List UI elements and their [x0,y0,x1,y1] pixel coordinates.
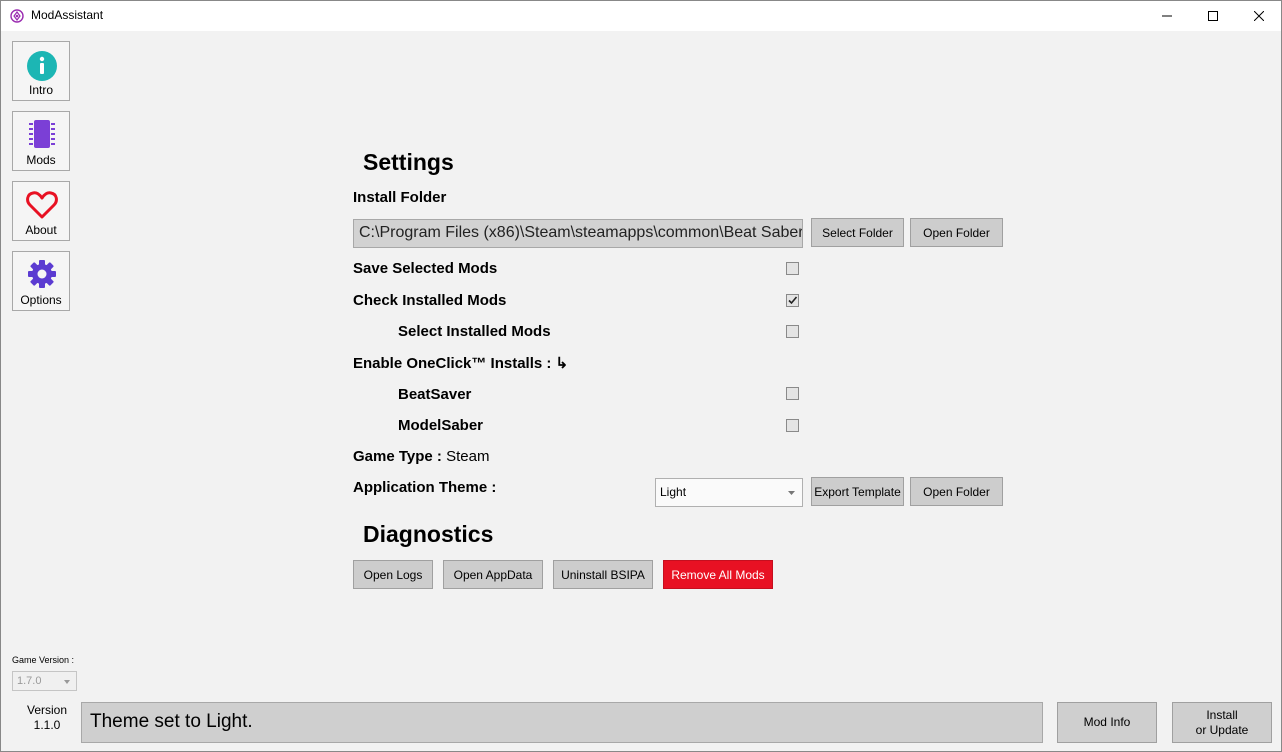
game-type-value: Steam [446,448,490,465]
minimize-icon [1162,15,1172,17]
app-window: ModAssistant Intro Mods About Options Se… [0,0,1282,752]
save-selected-mods-checkbox[interactable] [786,262,799,275]
select-installed-mods-label: Select Installed Mods [398,323,551,340]
minimize-button[interactable] [1144,1,1190,31]
modelsaber-label: ModelSaber [398,417,484,434]
check-installed-mods-label: Check Installed Mods [353,292,507,309]
select-installed-mods-checkbox[interactable] [786,325,799,338]
status-bar: Theme set to Light. [81,702,1043,743]
open-theme-folder-button[interactable]: Open Folder [910,477,1003,506]
version-value: 1.1.0 [33,718,61,732]
beatsaver-label: BeatSaver [398,386,472,403]
beatsaver-checkbox[interactable] [786,387,799,400]
install-update-button[interactable]: Install or Update [1172,702,1272,743]
version-info: Version 1.1.0 [21,703,73,733]
nav-about-label: About [25,223,57,237]
open-install-folder-button[interactable]: Open Folder [910,218,1003,247]
mod-info-button[interactable]: Mod Info [1057,702,1157,743]
game-type-label: Game Type : [353,448,442,465]
theme-select[interactable]: Light [655,478,803,507]
chip-icon [29,120,55,148]
heart-icon [26,191,58,219]
maximize-icon [1208,11,1218,21]
chevron-down-icon [64,680,70,684]
game-type-row: Game Type : Steam [353,448,489,465]
install-folder-field[interactable]: C:\Program Files (x86)\Steam\steamapps\c… [353,219,803,248]
install-label-line1: Install [1206,707,1238,722]
export-template-button[interactable]: Export Template [811,477,904,506]
theme-select-value: Light [660,485,687,499]
nav-about-button[interactable]: About [12,181,70,241]
open-appdata-button[interactable]: Open AppData [443,560,543,589]
nav-options-button[interactable]: Options [12,251,70,311]
remove-all-mods-button[interactable]: Remove All Mods [663,560,773,589]
nav-intro-label: Intro [28,83,53,97]
select-folder-button[interactable]: Select Folder [811,218,904,247]
maximize-button[interactable] [1190,1,1236,31]
close-button[interactable] [1236,1,1282,31]
nav-mods-label: Mods [26,153,56,167]
close-icon [1254,11,1264,21]
nav-mods-button[interactable]: Mods [12,111,70,171]
info-icon [27,51,57,81]
game-version-value: 1.7.0 [17,675,42,687]
app-logo-icon [10,9,24,23]
version-label: Version [26,703,68,717]
oneclick-label: Enable OneClick™ Installs : ↳ [353,355,569,372]
window-title: ModAssistant [31,8,104,22]
nav-intro-button[interactable]: Intro [12,41,70,101]
install-folder-label: Install Folder [353,189,447,206]
uninstall-bsipa-button[interactable]: Uninstall BSIPA [553,560,653,589]
save-selected-mods-label: Save Selected Mods [353,260,498,277]
title-bar: ModAssistant [1,1,1281,31]
modelsaber-checkbox[interactable] [786,419,799,432]
gear-icon [28,260,56,288]
install-label-line2: or Update [1195,722,1249,737]
open-logs-button[interactable]: Open Logs [353,560,433,589]
chevron-down-icon [788,491,795,495]
application-theme-label: Application Theme : [353,479,497,496]
nav-options-label: Options [20,293,62,307]
diagnostics-heading: Diagnostics [363,521,494,547]
checkmark-icon [788,296,798,305]
game-version-label: Game Version : [12,655,75,665]
check-installed-mods-checkbox[interactable] [786,294,799,307]
settings-heading: Settings [363,149,454,175]
game-version-select[interactable]: 1.7.0 [12,671,77,691]
